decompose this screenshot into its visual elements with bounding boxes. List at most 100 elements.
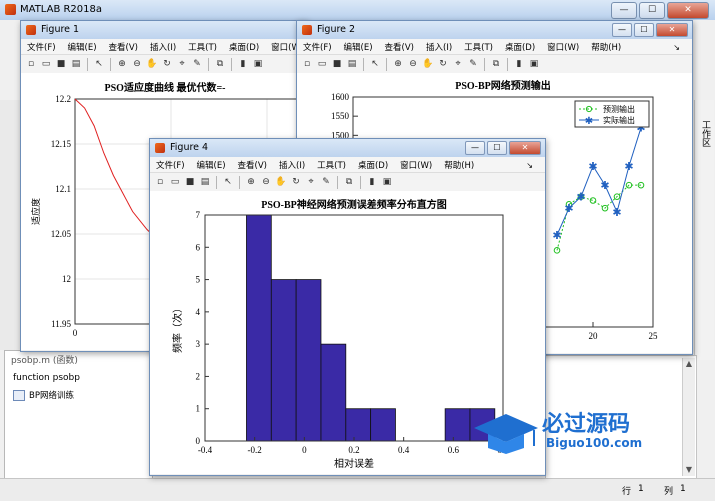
data-point: ✱	[552, 229, 561, 242]
data-point: ✱	[576, 191, 585, 204]
maximize-button[interactable]: ☐	[639, 2, 665, 19]
x-tick-label: 0	[73, 328, 78, 338]
menu-edit[interactable]: 编辑(E)	[338, 39, 379, 54]
y-tick-label: 4	[196, 307, 201, 317]
figure-4-close-button[interactable]: ✕	[509, 141, 541, 155]
link-icon[interactable]: ⧉	[343, 176, 355, 188]
new-figure-icon[interactable]: ▫	[154, 176, 166, 188]
figure-1-toolbar: ▫ ▭ ■ ▤ ↖ ⊕ ⊖ ✋ ↻ ⌖ ✎ ⧉ ▮ ▣	[21, 55, 307, 74]
zoom-in-icon[interactable]: ⊕	[116, 58, 128, 70]
data-point: ✱	[588, 160, 597, 173]
watermark-url: Biguo100.com	[546, 436, 643, 450]
pointer-icon[interactable]: ↖	[222, 176, 234, 188]
x-tick-label: 0.4	[398, 445, 410, 455]
legend-icon[interactable]: ▣	[528, 58, 540, 70]
colorbar-icon[interactable]: ▮	[237, 58, 249, 70]
figure-1-menubar: 文件(F) 编辑(E) 查看(V) 插入(I) 工具(T) 桌面(D) 窗口(W…	[21, 39, 307, 55]
figure-2-maximize-button[interactable]: ☐	[634, 23, 654, 37]
pointer-icon[interactable]: ↖	[93, 58, 105, 70]
menu-insert[interactable]: 插入(I)	[144, 39, 182, 54]
file-details-pane: psobp.m (函数) function psobp BP网络训练	[4, 350, 153, 497]
new-figure-icon[interactable]: ▫	[301, 58, 313, 70]
figure-1-titlebar[interactable]: Figure 1	[21, 21, 307, 39]
open-icon[interactable]: ▭	[316, 58, 328, 70]
print-icon[interactable]: ▤	[346, 58, 358, 70]
watermark-logo: 必过源码 Biguo100.com	[470, 402, 700, 462]
dock-arrow-icon[interactable]: ↘	[520, 159, 539, 170]
link-icon[interactable]: ⧉	[214, 58, 226, 70]
code-item[interactable]: BP网络训练	[13, 389, 74, 401]
save-icon[interactable]: ■	[55, 58, 67, 70]
zoom-in-icon[interactable]: ⊕	[245, 176, 257, 188]
pan-icon[interactable]: ✋	[146, 58, 158, 70]
print-icon[interactable]: ▤	[70, 58, 82, 70]
chart-title: PSO-BP神经网络预测误差频率分布直方图	[261, 198, 447, 211]
menu-tools[interactable]: 工具(T)	[182, 39, 223, 54]
menu-edit[interactable]: 编辑(E)	[62, 39, 103, 54]
scroll-down-icon[interactable]: ▼	[683, 464, 695, 476]
colorbar-icon[interactable]: ▮	[366, 176, 378, 188]
menu-view[interactable]: 查看(V)	[103, 39, 144, 54]
rotate-icon[interactable]: ↻	[161, 58, 173, 70]
figure-4-minimize-button[interactable]: —	[465, 141, 485, 155]
open-icon[interactable]: ▭	[40, 58, 52, 70]
zoom-out-icon[interactable]: ⊖	[407, 58, 419, 70]
menu-view[interactable]: 查看(V)	[379, 39, 420, 54]
legend-icon[interactable]: ▣	[252, 58, 264, 70]
link-icon[interactable]: ⧉	[490, 58, 502, 70]
figure-4-titlebar[interactable]: Figure 4 — ☐ ✕	[150, 139, 545, 157]
histogram-bar	[320, 343, 347, 442]
menu-desktop[interactable]: 桌面(D)	[223, 39, 265, 54]
data-cursor-icon[interactable]: ⌖	[452, 58, 464, 70]
menu-file[interactable]: 文件(F)	[150, 157, 191, 172]
close-button[interactable]: ✕	[667, 2, 709, 19]
menu-file[interactable]: 文件(F)	[297, 39, 338, 54]
y-tick-label: 12	[62, 274, 71, 284]
menu-insert[interactable]: 插入(I)	[420, 39, 458, 54]
menu-insert[interactable]: 插入(I)	[273, 157, 311, 172]
menu-desktop[interactable]: 桌面(D)	[499, 39, 541, 54]
zoom-in-icon[interactable]: ⊕	[392, 58, 404, 70]
rotate-icon[interactable]: ↻	[290, 176, 302, 188]
dock-arrow-icon[interactable]: ↘	[667, 41, 686, 52]
colorbar-icon[interactable]: ▮	[513, 58, 525, 70]
figure-2-close-button[interactable]: ✕	[656, 23, 688, 37]
menu-window[interactable]: 窗口(W)	[541, 39, 585, 54]
new-figure-icon[interactable]: ▫	[25, 58, 37, 70]
open-icon[interactable]: ▭	[169, 176, 181, 188]
legend-icon[interactable]: ▣	[381, 176, 393, 188]
save-icon[interactable]: ■	[331, 58, 343, 70]
menu-help[interactable]: 帮助(H)	[438, 157, 480, 172]
rotate-icon[interactable]: ↻	[437, 58, 449, 70]
zoom-out-icon[interactable]: ⊖	[131, 58, 143, 70]
zoom-out-icon[interactable]: ⊖	[260, 176, 272, 188]
save-icon[interactable]: ■	[184, 176, 196, 188]
figure-4-menubar: 文件(F) 编辑(E) 查看(V) 插入(I) 工具(T) 桌面(D) 窗口(W…	[150, 157, 545, 173]
workspace-strip[interactable]: 工作区	[694, 100, 714, 360]
data-cursor-icon[interactable]: ⌖	[176, 58, 188, 70]
menu-tools[interactable]: 工具(T)	[458, 39, 499, 54]
menu-help[interactable]: 帮助(H)	[585, 39, 627, 54]
figure-4-maximize-button[interactable]: ☐	[487, 141, 507, 155]
y-tick-label: 3	[196, 339, 201, 349]
pan-icon[interactable]: ✋	[422, 58, 434, 70]
brush-icon[interactable]: ✎	[467, 58, 479, 70]
print-icon[interactable]: ▤	[199, 176, 211, 188]
figure-2-minimize-button[interactable]: —	[612, 23, 632, 37]
menu-edit[interactable]: 编辑(E)	[191, 157, 232, 172]
menu-desktop[interactable]: 桌面(D)	[352, 157, 394, 172]
scroll-up-icon[interactable]: ▲	[683, 358, 695, 370]
pan-icon[interactable]: ✋	[275, 176, 287, 188]
minimize-button[interactable]: —	[611, 2, 637, 19]
menu-file[interactable]: 文件(F)	[21, 39, 62, 54]
brush-icon[interactable]: ✎	[320, 176, 332, 188]
figure-2-titlebar[interactable]: Figure 2 — ☐ ✕	[297, 21, 692, 39]
figure-2-toolbar: ▫ ▭ ■ ▤ ↖ ⊕ ⊖ ✋ ↻ ⌖ ✎ ⧉ ▮ ▣	[297, 55, 692, 74]
pointer-icon[interactable]: ↖	[369, 58, 381, 70]
data-cursor-icon[interactable]: ⌖	[305, 176, 317, 188]
menu-window[interactable]: 窗口(W)	[394, 157, 438, 172]
brush-icon[interactable]: ✎	[191, 58, 203, 70]
menu-tools[interactable]: 工具(T)	[311, 157, 352, 172]
matlab-title-bar: MATLAB R2018a — ☐ ✕	[0, 0, 715, 21]
menu-view[interactable]: 查看(V)	[232, 157, 273, 172]
